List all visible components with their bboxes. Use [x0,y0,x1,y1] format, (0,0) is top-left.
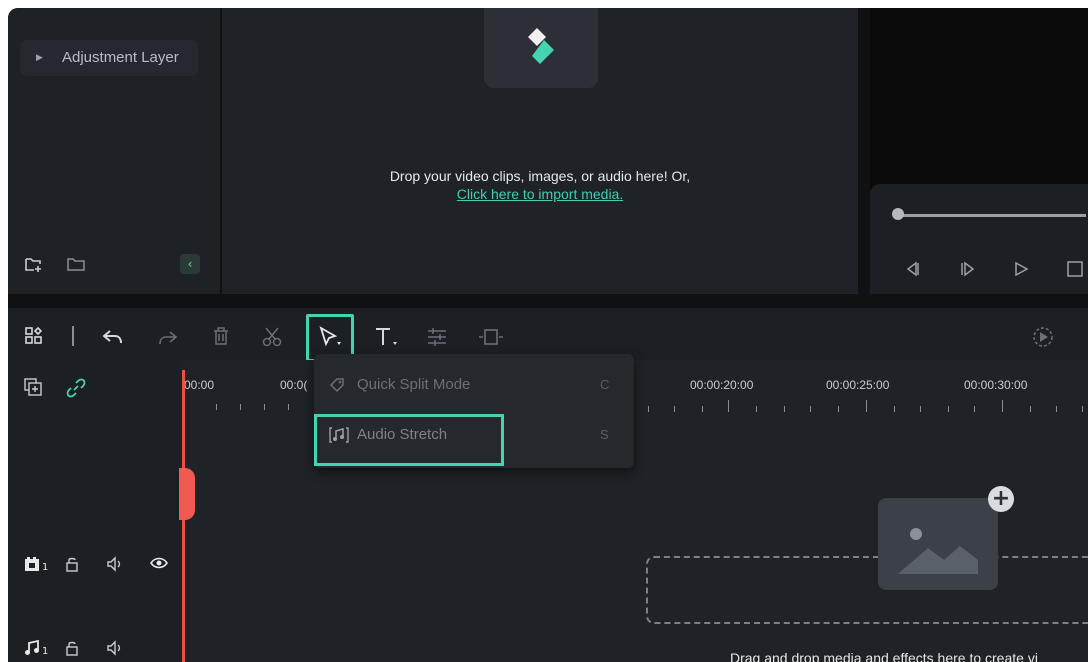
ruler-tick [784,406,785,412]
ruler-tick [240,404,241,410]
ruler-tick [1030,406,1031,412]
media-drop-area[interactable]: Drop your video clips, images, or audio … [222,8,858,294]
next-frame-icon[interactable] [958,260,976,278]
adjust-sliders-icon[interactable] [426,326,448,348]
expand-caret-icon[interactable]: ▶ [36,40,43,76]
audio-track-mute-icon[interactable] [106,640,124,656]
playback-progress-knob[interactable] [892,208,904,220]
timeline-drop-zone[interactable] [646,556,1088,624]
ruler-tick [948,406,949,412]
playback-progress-track[interactable] [896,214,1086,217]
audio-track-number: 1 [42,646,49,657]
track-visibility-eye-icon[interactable] [150,556,168,570]
preview-controls [870,184,1088,294]
folder-icon[interactable] [66,256,86,272]
ruler-label-3: 00:00:20:00 [690,378,754,392]
audio-stretch-highlight [314,414,504,466]
quick-split-icon [328,376,346,394]
delete-icon[interactable] [212,326,230,346]
drop-instructions: Drop your video clips, images, or audio … [389,168,691,184]
image-placeholder-icon [898,516,978,574]
add-media-plus-icon[interactable]: + [988,486,1014,512]
layout-grid-icon[interactable] [24,326,44,346]
filmora-logo-icon [528,26,554,66]
crop-frame-icon[interactable] [478,326,504,348]
ruler-tick [264,404,265,410]
import-media-link[interactable]: Click here to import media. [222,186,858,202]
timeline-drop-hint: Drag and drop media and effects here to … [730,650,1038,662]
scissors-icon[interactable] [262,326,284,348]
audio-track-icon [24,640,40,656]
ruler-tick [810,406,811,412]
sidebar-item-adjustment-layer[interactable]: ▶ Adjustment Layer [20,40,198,76]
audio-track-lock-icon[interactable] [64,640,80,656]
undo-icon[interactable] [102,328,124,346]
ruler-label-5: 00:00:30:00 [964,378,1028,392]
render-preview-icon[interactable] [1032,326,1054,348]
media-placeholder-tile [878,498,998,590]
ruler-tick-major [866,400,867,412]
playhead-handle[interactable] [179,468,195,520]
ruler-tick [838,406,839,412]
redo-icon[interactable] [158,330,178,346]
text-tool-icon[interactable] [374,326,400,348]
ruler-tick [1056,406,1057,412]
ruler-tick [756,406,757,412]
media-sidebar: ▶ Adjustment Layer ‹ [8,8,220,294]
video-track-icon [24,556,40,572]
video-editor-window: ▶ Adjustment Layer ‹ Drop your video cli… [8,8,1088,662]
ruler-tick [920,406,921,412]
collapse-sidebar-button[interactable]: ‹ [180,254,200,274]
link-icon[interactable] [66,378,86,398]
ruler-tick [974,406,975,412]
ruler-label-1: 00:00 [184,378,215,392]
ruler-tick [1082,406,1083,412]
track-lock-icon[interactable] [64,556,80,572]
menu-item-label: Quick Split Mode [357,376,471,393]
toolbar-divider [72,326,74,346]
ruler-label-2: 00:0( [280,378,308,392]
ruler-tick [216,404,217,410]
ruler-tick-major [1002,400,1003,412]
ruler-label-4: 00:00:25:00 [826,378,890,392]
ruler-tick [674,406,675,412]
menu-item-shortcut: S [600,427,609,442]
ruler-tick [648,406,649,412]
add-track-icon[interactable] [24,378,42,396]
track-mute-icon[interactable] [106,556,124,572]
sidebar-item-label: Adjustment Layer [62,49,179,66]
stop-icon[interactable] [1066,260,1084,278]
menu-item-shortcut: C [600,377,610,392]
previous-frame-icon[interactable] [904,260,922,278]
chevron-left-icon: ‹ [187,257,193,271]
play-icon[interactable] [1012,260,1030,278]
video-track-number: 1 [42,562,49,573]
new-folder-icon[interactable] [24,256,44,272]
ruler-tick [288,404,289,410]
ruler-tick [894,406,895,412]
ruler-tick [702,406,703,412]
menu-item-quick-split-mode[interactable]: Quick Split Mode C [314,364,634,404]
app-logo-box [484,8,598,88]
ruler-tick-major [728,400,729,412]
track-headers [8,360,182,662]
